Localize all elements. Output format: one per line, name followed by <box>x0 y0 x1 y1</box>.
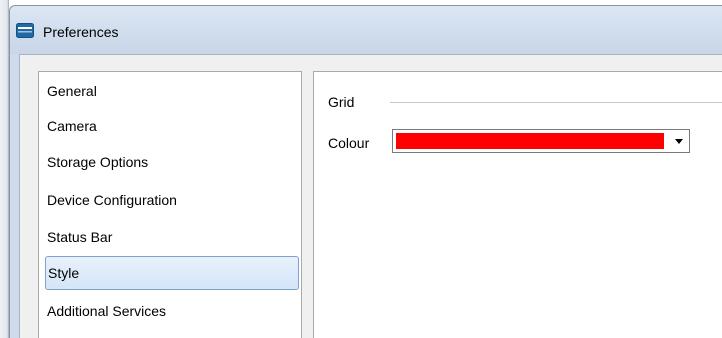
category-list[interactable]: General Camera Storage Options Device Co… <box>38 71 302 338</box>
settings-panel: Grid Colour <box>313 71 722 338</box>
category-item-general[interactable]: General <box>45 74 299 108</box>
title-bar[interactable]: Preferences <box>10 6 722 54</box>
dialog-body: General Camera Storage Options Device Co… <box>19 54 722 338</box>
colour-swatch <box>396 133 664 149</box>
desktop-edge <box>0 0 9 338</box>
group-divider <box>390 102 722 103</box>
category-item-device-configuration[interactable]: Device Configuration <box>45 183 299 217</box>
category-item-storage-options[interactable]: Storage Options <box>45 145 299 179</box>
category-item-style[interactable]: Style <box>45 256 299 290</box>
app-window-icon <box>16 23 34 38</box>
grid-group-label: Grid <box>328 94 355 110</box>
window-title: Preferences <box>43 24 119 40</box>
chevron-down-icon[interactable] <box>675 139 683 144</box>
colour-dropdown[interactable] <box>392 129 690 153</box>
category-item-camera[interactable]: Camera <box>45 109 299 143</box>
category-item-status-bar[interactable]: Status Bar <box>45 220 299 254</box>
preferences-window: Preferences General Camera Storage Optio… <box>9 5 722 338</box>
colour-label: Colour <box>328 135 370 151</box>
category-item-additional-services[interactable]: Additional Services <box>45 294 299 328</box>
